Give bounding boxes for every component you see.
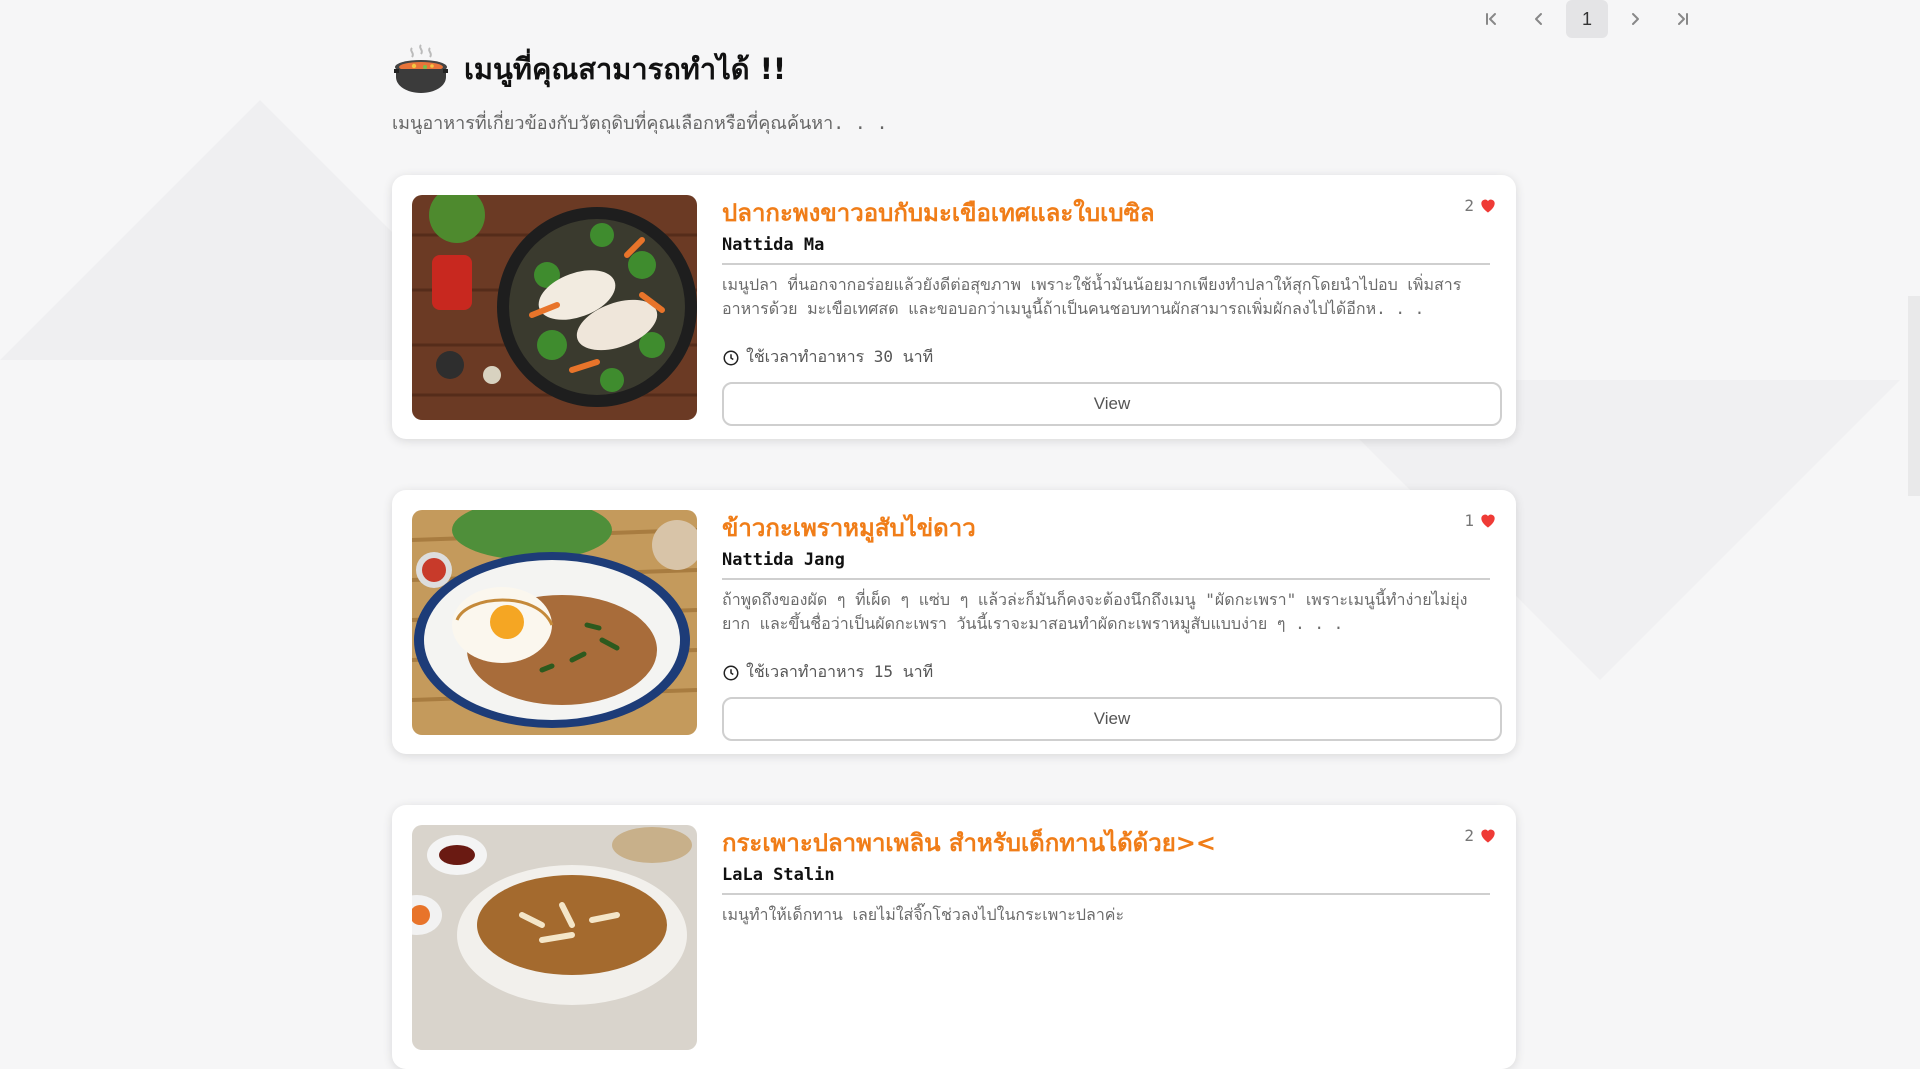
recipe-author: Nattida Ma xyxy=(722,235,1490,265)
recipe-description: ถ้าพูดถึงของผัด ๆ ที่เผ็ด ๆ แซ่บ ๆ แล้วล… xyxy=(722,590,1468,633)
chevron-first-icon xyxy=(1486,13,1496,25)
first-page-button[interactable] xyxy=(1470,0,1512,38)
page-subtitle: เมนูอาหารที่เกี่ยวข้องกับวัตถุดิบที่คุณเ… xyxy=(392,113,888,134)
recipe-photo xyxy=(412,510,697,735)
recipe-card: 1 ข้าวกะเพราหมูสับไข่ดาว Nattida Jang ถ้… xyxy=(392,490,1516,754)
cook-time-text: ใช้เวลาทำอาหาร 30 นาที xyxy=(746,347,934,366)
cook-time: ใช้เวลาทำอาหาร 15 นาที xyxy=(722,660,1490,685)
recipe-description: เมนูทำให้เด็กทาน เลยไม่ใส่จิ๊กโช่วลงไปใน… xyxy=(722,905,1125,924)
page-title: เมนูที่คุณสามารถทำได้ !! xyxy=(464,52,787,86)
page-header: เมนูที่คุณสามารถทำได้ !! เมนูอาหารที่เกี… xyxy=(392,40,887,137)
recipe-author: LaLa Stalin xyxy=(722,865,1490,895)
recipe-photo xyxy=(412,195,697,420)
last-page-button[interactable] xyxy=(1662,0,1704,38)
cook-time-text: ใช้เวลาทำอาหาร 15 นาที xyxy=(746,662,934,681)
chevron-left-icon xyxy=(1535,13,1542,25)
clock-icon xyxy=(723,665,739,680)
recipe-card: 2 ปลากะพงขาวอบกับมะเขือเทศและใบเบซิล Nat… xyxy=(392,175,1516,439)
view-button[interactable]: View xyxy=(722,382,1502,426)
cook-time: ใช้เวลาทำอาหาร 30 นาที xyxy=(722,345,1490,370)
chevron-right-icon xyxy=(1632,13,1639,25)
recipe-photo xyxy=(412,825,697,1050)
recipe-title[interactable]: ปลากะพงขาวอบกับมะเขือเทศและใบเบซิล xyxy=(722,197,1490,229)
prev-page-button[interactable] xyxy=(1518,0,1560,38)
cooking-pot-icon xyxy=(394,44,448,93)
recipe-author: Nattida Jang xyxy=(722,550,1490,580)
recipe-card: 2 กระเพาะปลาพาเพลิน สำหรับเด็กทานได้ด้วย… xyxy=(392,805,1516,1069)
scrollbar[interactable] xyxy=(1908,296,1920,496)
recipe-title[interactable]: ข้าวกะเพราหมูสับไข่ดาว xyxy=(722,512,1490,544)
page-number-current[interactable]: 1 xyxy=(1566,0,1608,38)
view-button[interactable]: View xyxy=(722,697,1502,741)
recipe-description: เมนูปลา ที่นอกจากอร่อยแล้วยังดีต่อสุขภาพ… xyxy=(722,275,1462,318)
next-page-button[interactable] xyxy=(1614,0,1656,38)
recipe-title[interactable]: กระเพาะปลาพาเพลิน สำหรับเด็กทานได้ด้วย>< xyxy=(722,827,1490,859)
pagination: 1 xyxy=(1470,0,1704,38)
chevron-last-icon xyxy=(1678,13,1688,25)
clock-icon xyxy=(723,350,739,365)
